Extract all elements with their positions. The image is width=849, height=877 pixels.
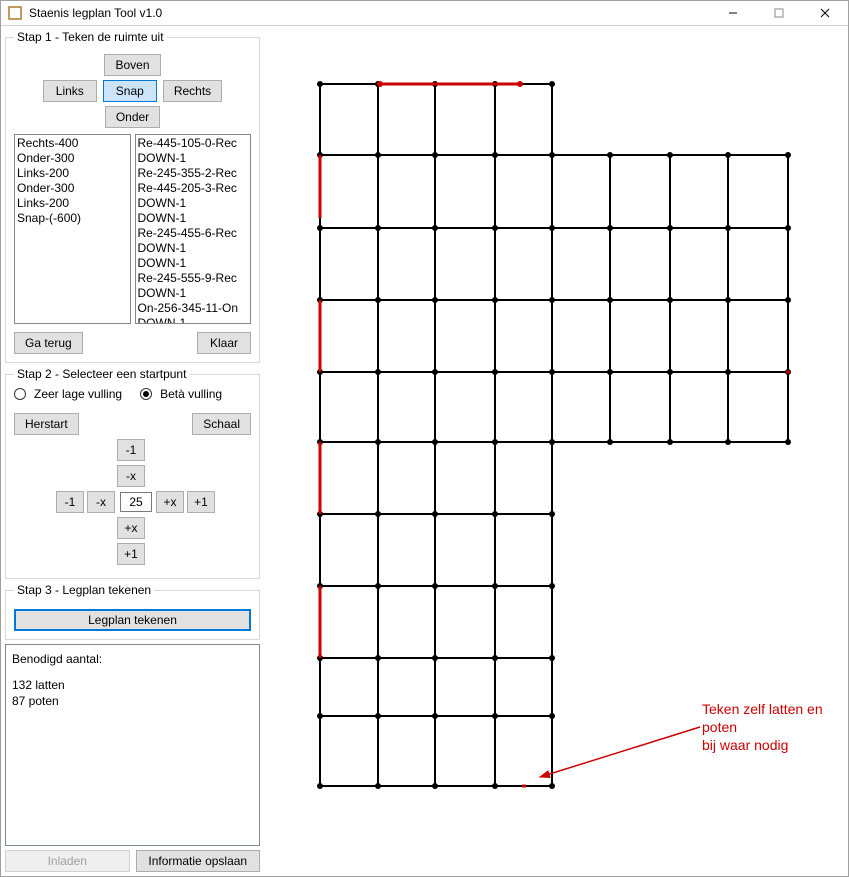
list-item[interactable]: Onder-300 xyxy=(17,151,128,166)
commands-listbox[interactable]: Rechts-400Onder-300Links-200Onder-300Lin… xyxy=(14,134,131,324)
radio-beta-fill[interactable]: Betà vulling xyxy=(140,387,222,401)
draw-legplan-button[interactable]: Legplan tekenen xyxy=(14,609,251,631)
app-icon xyxy=(7,5,23,21)
segments-listbox[interactable]: Re-445-105-0-RecDOWN-1Re-245-355-2-RecRe… xyxy=(135,134,252,324)
list-item[interactable]: DOWN-1 xyxy=(138,256,249,271)
plusx-y-button[interactable]: +x xyxy=(117,517,145,539)
step-value-input[interactable] xyxy=(120,492,152,512)
plusx-x-button[interactable]: +x xyxy=(156,491,184,513)
list-item[interactable]: Rechts-400 xyxy=(17,136,128,151)
list-item[interactable]: Re-245-455-6-Rec xyxy=(138,226,249,241)
list-item[interactable]: Links-200 xyxy=(17,166,128,181)
restart-button[interactable]: Herstart xyxy=(14,413,79,435)
list-item[interactable]: On-256-345-11-On xyxy=(138,301,249,316)
plus1-y-button[interactable]: +1 xyxy=(117,543,145,565)
snap-button[interactable]: Snap xyxy=(103,80,157,102)
list-item[interactable]: Links-200 xyxy=(17,196,128,211)
done-button[interactable]: Klaar xyxy=(197,332,251,354)
list-item[interactable]: DOWN-1 xyxy=(138,286,249,301)
drawing-canvas[interactable]: Teken zelf latten en poten bij waar nodi… xyxy=(264,30,844,872)
up-button[interactable]: Boven xyxy=(104,54,160,76)
list-item[interactable]: DOWN-1 xyxy=(138,151,249,166)
down-button[interactable]: Onder xyxy=(105,106,160,128)
list-item[interactable]: DOWN-1 xyxy=(138,196,249,211)
step1-group: Stap 1 - Teken de ruimte uit Boven Links… xyxy=(5,30,260,363)
list-item[interactable]: DOWN-1 xyxy=(138,241,249,256)
list-item[interactable]: Re-445-205-3-Rec xyxy=(138,181,249,196)
radio-low-fill[interactable]: Zeer lage vulling xyxy=(14,387,122,401)
load-button[interactable]: Inladen xyxy=(5,850,130,872)
step2-group: Stap 2 - Selecteer een startpunt Zeer la… xyxy=(5,367,260,579)
back-button[interactable]: Ga terug xyxy=(14,332,83,354)
step1-legend: Stap 1 - Teken de ruimte uit xyxy=(14,30,167,44)
step3-legend: Stap 3 - Legplan tekenen xyxy=(14,583,154,597)
plus1-x-button[interactable]: +1 xyxy=(187,491,215,513)
minusx-x-button[interactable]: -x xyxy=(87,491,115,513)
right-button[interactable]: Rechts xyxy=(163,80,222,102)
save-button[interactable]: Informatie opslaan xyxy=(136,850,261,872)
minusx-y-button[interactable]: -x xyxy=(117,465,145,487)
minus1-x-button[interactable]: -1 xyxy=(56,491,84,513)
status-title: Benodigd aantal: xyxy=(12,651,253,667)
list-item[interactable]: Re-445-105-0-Rec xyxy=(138,136,249,151)
step3-group: Stap 3 - Legplan tekenen Legplan tekenen xyxy=(5,583,260,640)
status-poten: 87 poten xyxy=(12,693,253,709)
minus1-y-button[interactable]: -1 xyxy=(117,439,145,461)
list-item[interactable]: DOWN-1 xyxy=(138,211,249,226)
left-button[interactable]: Links xyxy=(43,80,97,102)
list-item[interactable]: DOWN-1 xyxy=(138,316,249,324)
step2-legend: Stap 2 - Selecteer een startpunt xyxy=(14,367,189,381)
status-latten: 132 latten xyxy=(12,677,253,693)
annotation-label: Teken zelf latten en poten bij waar nodi… xyxy=(702,700,844,754)
list-item[interactable]: Re-245-555-9-Rec xyxy=(138,271,249,286)
title-bar: Staenis legplan Tool v1.0 xyxy=(1,1,848,26)
minimize-button[interactable] xyxy=(710,1,756,25)
scale-button[interactable]: Schaal xyxy=(192,413,251,435)
maximize-button[interactable] xyxy=(756,1,802,25)
list-item[interactable]: Snap-(-600) xyxy=(17,211,128,226)
close-button[interactable] xyxy=(802,1,848,25)
list-item[interactable]: Re-245-355-2-Rec xyxy=(138,166,249,181)
list-item[interactable]: Onder-300 xyxy=(17,181,128,196)
window-title: Staenis legplan Tool v1.0 xyxy=(29,6,162,20)
status-output: Benodigd aantal: 132 latten 87 poten xyxy=(5,644,260,846)
